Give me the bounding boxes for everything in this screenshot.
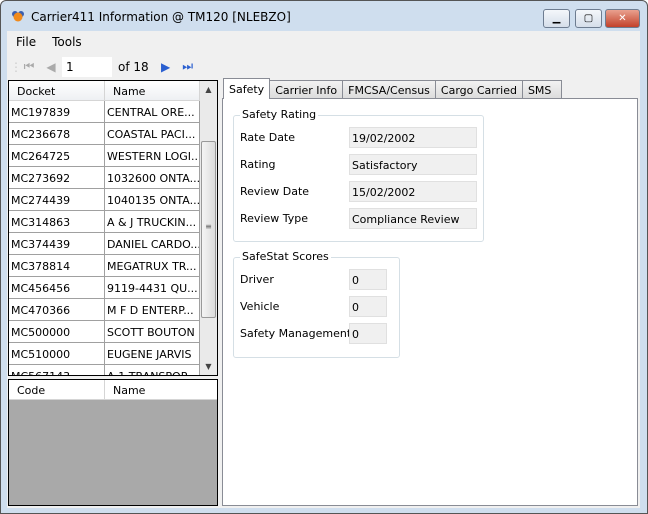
column-docket[interactable]: Docket [9,81,105,100]
field-value[interactable]: Satisfactory [349,154,477,175]
table-row[interactable]: MC374439 DANIEL CARDO... [9,233,217,255]
docket-cell: MC470366 [9,299,105,320]
name-cell: A & J TRUCKIN... [105,211,200,232]
table-row[interactable]: MC314863 A & J TRUCKIN... [9,211,217,233]
field-value[interactable]: 15/02/2002 [349,181,477,202]
docket-cell: MC567143 [9,365,105,375]
tab-safety[interactable]: Safety [223,78,271,99]
field-label: Safety Management [240,327,352,340]
table-row[interactable]: MC274439 1040135 ONTA... [9,189,217,211]
docket-cell: MC236678 [9,123,105,144]
safety-panel: Safety Rating SafeStat Scores Rate Date 1… [222,98,638,506]
window-title: Carrier411 Information @ TM120 [NLEBZO] [31,10,291,24]
carrier-grid: Docket Name MC197839 CENTRAL ORE... MC23667… [8,80,218,376]
app-icon [12,11,24,22]
toolbar-grip: ⋮ [10,59,22,74]
docket-cell: MC264725 [9,145,105,166]
minimize-button[interactable]: ▁ [543,9,570,28]
first-page-icon[interactable]: ⏮ [18,59,40,74]
scroll-down-icon[interactable]: ▼ [200,362,217,371]
table-row[interactable]: MC197839 CENTRAL ORE... [9,101,217,123]
field-value[interactable]: Compliance Review [349,208,477,229]
menu-file[interactable]: File [8,31,44,53]
table-row[interactable]: MC567143A-1 TRANSPOR... [9,365,217,375]
field-label: Rate Date [240,131,296,144]
menu-bar: File Tools [8,31,620,53]
table-row[interactable]: MC273692 1032600 ONTA... [9,167,217,189]
field-value[interactable]: 0 [349,323,387,344]
table-row[interactable]: MC264725 WESTERN LOGI... [9,145,217,167]
scroll-up-icon[interactable]: ▲ [200,81,217,94]
docket-cell: MC314863 [9,211,105,232]
tab-sms[interactable]: SMS [521,80,562,99]
docket-cell: MC274439 [9,189,105,210]
scroll-thumb[interactable]: ≡ [201,141,216,318]
table-row[interactable]: MC236678 COASTAL PACI... [9,123,217,145]
column-code[interactable]: Code [9,380,105,399]
field-label: Rating [240,158,276,171]
field-value[interactable]: 19/02/2002 [349,127,477,148]
group-title: Safety Rating [240,108,319,121]
last-page-icon[interactable]: ⏭ [177,59,199,74]
field-label: Vehicle [240,300,280,313]
page-input[interactable]: 1 [62,56,112,77]
docket-cell: MC374439 [9,233,105,254]
table-row[interactable]: MC470366 M F D ENTERP... [9,299,217,321]
name-cell: CENTRAL ORE... [105,101,200,122]
name-cell: COASTAL PACI... [105,123,200,144]
field-value[interactable]: 0 [349,269,387,290]
page-count: of 18 [118,59,149,74]
field-label: Review Type [240,212,309,225]
table-row[interactable]: MC500000 SCOTT BOUTON [9,321,217,343]
table-row[interactable]: MC456456 9119-4431 QU... [9,277,217,299]
next-page-icon[interactable]: ▶ [155,60,177,74]
prev-page-icon[interactable]: ◀ [40,60,62,74]
navigation-toolbar: ⋮ ⏮ ◀ 1 of 18 ▶ ⏭ [10,55,220,78]
name-cell: SCOTT BOUTON [105,321,200,342]
name-cell: A-1 TRANSPOR... [105,365,200,375]
field-label: Driver [240,273,274,286]
vertical-scrollbar[interactable]: ▲ ≡ ▼ [200,81,217,375]
maximize-button[interactable]: ▢ [575,9,602,28]
table-row[interactable]: MC378814 MEGATRUX TR... [9,255,217,277]
group-title: SafeStat Scores [240,250,331,263]
close-button[interactable]: ✕ [605,9,640,28]
name-cell: 9119-4431 QU... [105,277,200,298]
column-name[interactable]: Name [105,81,200,100]
docket-cell: MC378814 [9,255,105,276]
docket-cell: MC273692 [9,167,105,188]
name-cell: MEGATRUX TR... [105,255,200,276]
tab-carrier-info[interactable]: Carrier Info [269,80,344,99]
docket-cell: MC500000 [9,321,105,342]
docket-cell: MC456456 [9,277,105,298]
table-row[interactable]: MC510000 EUGENE JARVIS [9,343,217,365]
name-cell: WESTERN LOGI... [105,145,200,166]
tab-fmcsa-census[interactable]: FMCSA/Census [342,80,436,99]
name-cell: 1032600 ONTA... [105,167,200,188]
docket-cell: MC197839 [9,101,105,122]
docket-cell: MC510000 [9,343,105,364]
name-cell: 1040135 ONTA... [105,189,200,210]
menu-tools[interactable]: Tools [44,31,90,53]
name-cell: M F D ENTERP... [105,299,200,320]
code-grid: Code Name [8,379,218,506]
name-cell: DANIEL CARDO... [105,233,200,254]
name-cell: EUGENE JARVIS [105,343,200,364]
field-value[interactable]: 0 [349,296,387,317]
column-name[interactable]: Name [105,380,200,399]
tab-cargo-carried[interactable]: Cargo Carried [434,80,523,99]
field-label: Review Date [240,185,310,198]
tab-bar: Safety Carrier Info FMCSA/Census Cargo C… [223,78,562,99]
